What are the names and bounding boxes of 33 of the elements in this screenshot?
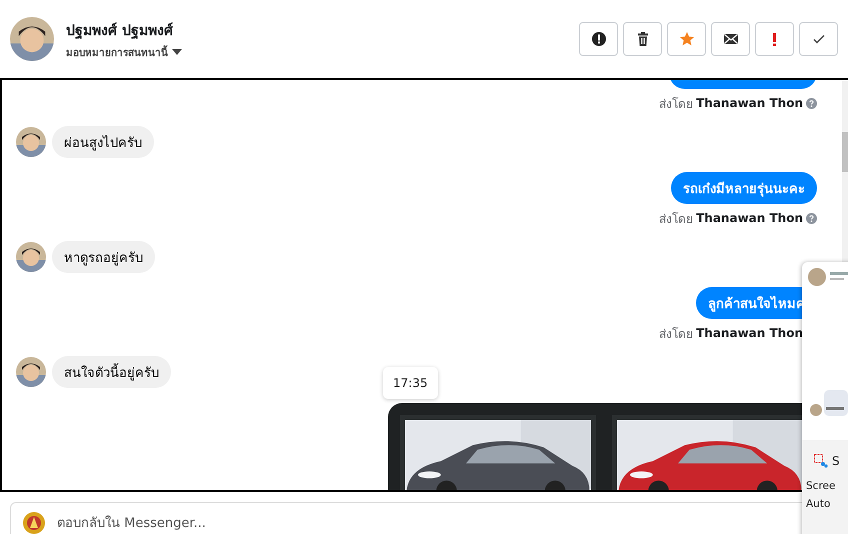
timestamp-tooltip: 17:35	[383, 367, 438, 399]
sender-name: Thanawan Thon	[696, 96, 803, 110]
sent-by-label: ส่งโดย	[659, 96, 694, 112]
alert-icon	[590, 31, 606, 47]
exclamation-icon	[773, 32, 776, 46]
reply-field[interactable]: ตอบกลับใน Messenger...	[55, 514, 835, 532]
mail-icon	[722, 31, 738, 47]
page-logo-icon	[23, 512, 45, 534]
toolbar-button[interactable]	[623, 22, 662, 56]
message-bubble: หาดูรถอยู่ครับ	[52, 241, 155, 273]
avatar	[16, 242, 46, 272]
message-bubble: สนใจตัวนี้อยู่ครับ	[52, 356, 171, 388]
message-bubble: รถเก๋งมีหลายรุ่นนะคะ	[671, 172, 817, 204]
avatar	[10, 17, 54, 61]
snipping-tool-icon	[814, 454, 828, 468]
contact-name: ปฐมพงศ์ ปฐมพงศ์	[66, 22, 174, 40]
help-icon[interactable]	[806, 212, 817, 224]
notification-text: Scree	[806, 479, 836, 494]
toolbar-button[interactable]	[579, 22, 618, 56]
app-name: S	[832, 454, 840, 468]
assign-conversation-link[interactable]: มอบหมายการสนทนานี้	[66, 44, 168, 60]
avatar	[16, 357, 46, 387]
caret-icon[interactable]	[172, 49, 182, 55]
sender-name: Thanawan Thon	[696, 326, 803, 340]
toolbar-button[interactable]	[711, 22, 750, 56]
sent-by-label: ส่งโดย	[659, 210, 694, 228]
star-icon	[678, 31, 694, 47]
notification-text: Auto	[806, 497, 832, 512]
avatar	[16, 127, 46, 157]
sent-by-label: ส่งโดย	[659, 326, 694, 342]
message-bubble: ผ่อนสูงไปครับ	[52, 126, 154, 158]
help-icon[interactable]	[806, 98, 817, 108]
sender-name: Thanawan Thon	[696, 211, 803, 225]
